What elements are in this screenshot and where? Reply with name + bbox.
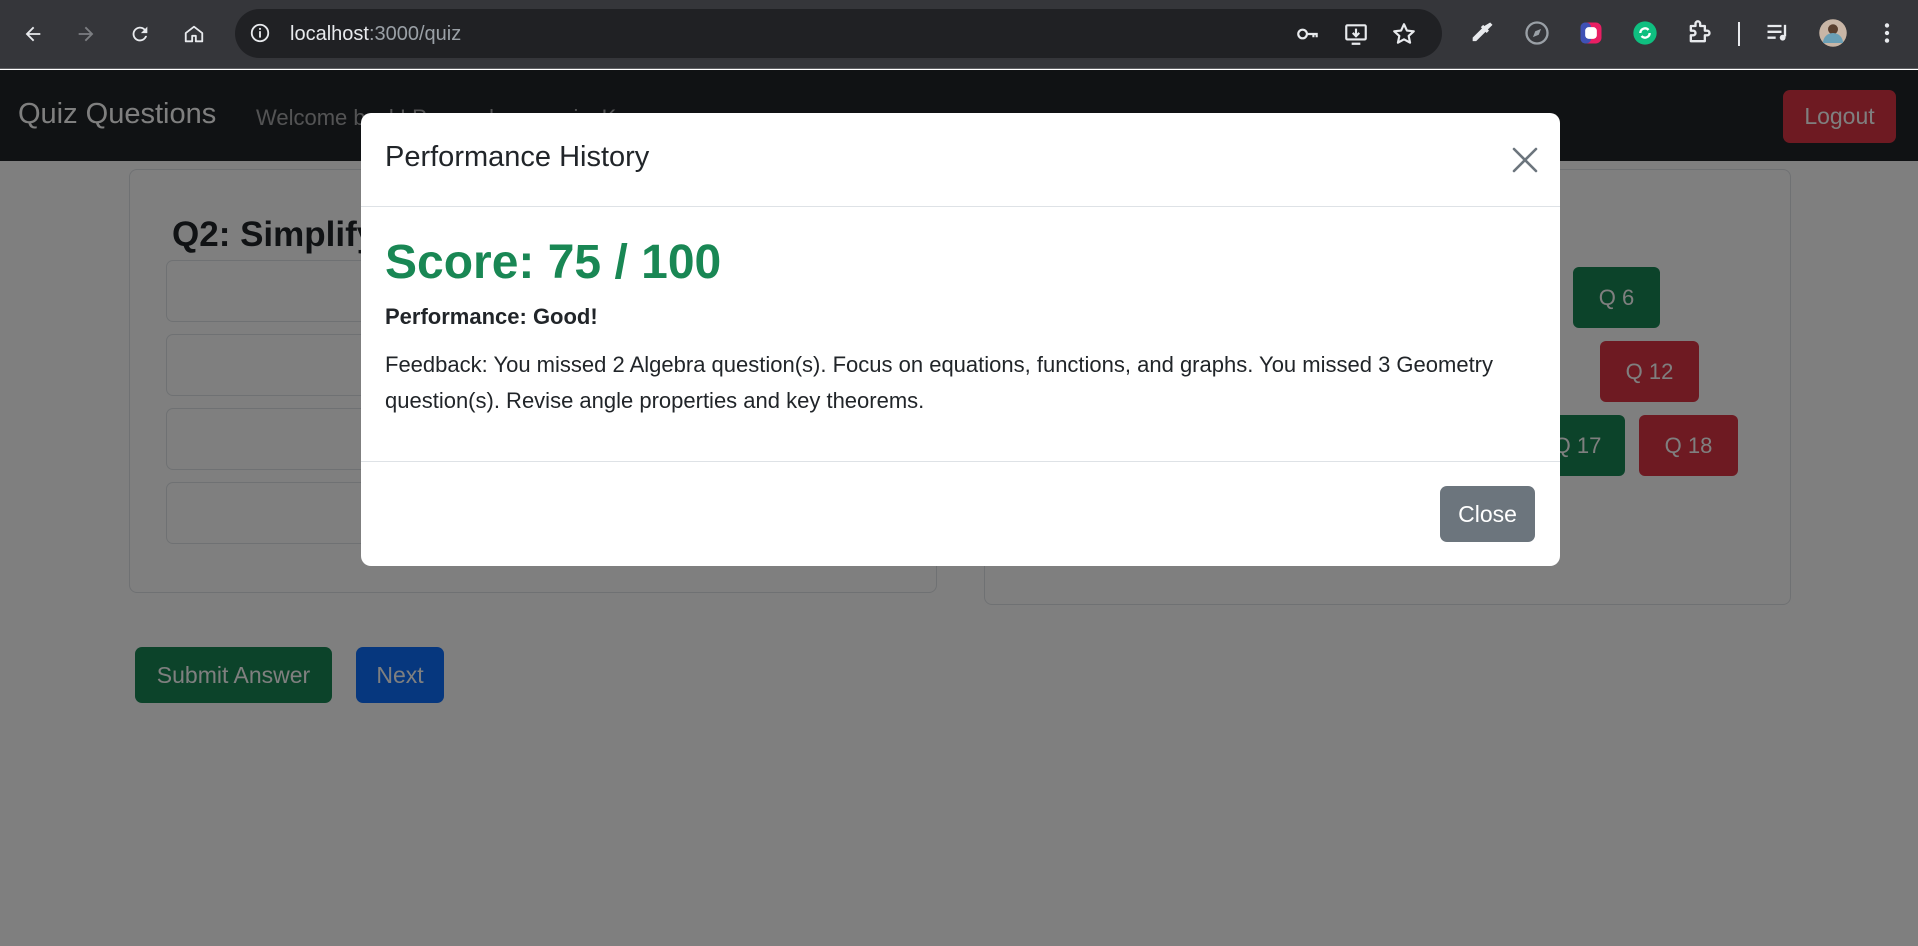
feedback-text: Feedback: You missed 2 Algebra question(… — [385, 352, 1494, 413]
address-bar[interactable]: localhost:3000/quiz — [235, 9, 1442, 58]
site-info-icon[interactable] — [249, 22, 271, 44]
profile-avatar-icon[interactable] — [1818, 18, 1848, 48]
browser-toolbar: localhost:3000/quiz — [0, 0, 1918, 69]
media-control-icon[interactable] — [1763, 18, 1793, 48]
home-icon[interactable] — [176, 16, 212, 52]
compass-extension-icon[interactable] — [1522, 18, 1552, 48]
install-app-icon[interactable] — [1343, 21, 1369, 47]
close-icon[interactable] — [1508, 143, 1542, 177]
performance-text: Performance: Good! — [385, 304, 598, 329]
eyedropper-extension-icon[interactable] — [1467, 18, 1497, 48]
bookmark-star-icon[interactable] — [1391, 21, 1417, 47]
performance-history-modal: Performance History Score: 75 / 100 Perf… — [361, 113, 1560, 566]
color-extension-icon[interactable] — [1576, 18, 1606, 48]
forward-icon[interactable] — [68, 16, 104, 52]
back-icon[interactable] — [15, 16, 51, 52]
modal-footer: Close — [361, 461, 1560, 566]
close-button[interactable]: Close — [1440, 486, 1535, 542]
modal-body: Score: 75 / 100 Performance: Good! Feedb… — [361, 208, 1560, 462]
score-text: Score: 75 / 100 — [385, 236, 722, 289]
browser-menu-icon[interactable] — [1872, 18, 1902, 48]
sync-extension-icon[interactable] — [1630, 18, 1660, 48]
modal-title: Performance History — [385, 141, 650, 173]
toolbar-divider — [1738, 22, 1740, 46]
extensions-puzzle-icon[interactable] — [1684, 18, 1714, 48]
url-text[interactable]: localhost:3000/quiz — [290, 23, 461, 46]
reload-icon[interactable] — [122, 16, 158, 52]
modal-header: Performance History — [361, 113, 1560, 207]
password-key-icon[interactable] — [1295, 21, 1321, 47]
